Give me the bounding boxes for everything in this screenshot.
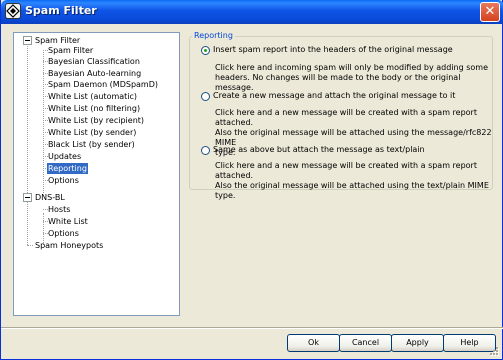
insert-report-label[interactable]: Insert spam report into the headers of t… [213, 45, 453, 55]
close-button[interactable]: ✕ [480, 2, 500, 22]
tree-item-spam-honeypots[interactable]: Spam Honeypots [34, 240, 104, 251]
tree-item-dns-bl[interactable]: DNS-BL [34, 192, 66, 203]
attach-text-plain-description: Click here and a new message will be cre… [215, 161, 489, 200]
close-icon: ✕ [484, 4, 496, 19]
button-separator [1, 327, 503, 329]
tree-item-white-list-automatic[interactable]: White List (automatic) [47, 91, 138, 102]
spam-filter-icon [5, 3, 21, 19]
create-new-message-label[interactable]: Create a new message and attach the orig… [213, 91, 455, 101]
tree-item-bayesian-classification[interactable]: Bayesian Classification [47, 56, 141, 67]
spam-filter-dialog: Spam Filter ✕ Spam Filter Spam Filter Ba… [0, 0, 503, 360]
tree-item-options[interactable]: Options [47, 175, 80, 186]
reporting-group-title: Reporting [192, 31, 235, 41]
attach-text-plain-label[interactable]: Same as above but attach the message as … [213, 145, 425, 155]
insert-report-radio[interactable] [201, 46, 210, 55]
collapse-spam-filter-toggle[interactable] [23, 36, 32, 45]
window-title: Spam Filter [25, 4, 97, 17]
resize-grip-icon[interactable] [489, 346, 500, 357]
tree-item-black-list-by-sender[interactable]: Black List (by sender) [47, 139, 136, 150]
settings-tree[interactable]: Spam Filter Spam Filter Bayesian Classif… [13, 32, 180, 316]
tree-connector [27, 44, 28, 245]
apply-button[interactable]: Apply [391, 334, 444, 352]
tree-item-bayesian-auto-learning[interactable]: Bayesian Auto-learning [47, 68, 142, 79]
tree-item-spam-daemon[interactable]: Spam Daemon (MDSpamD) [47, 79, 159, 90]
attach-text-plain-radio[interactable] [201, 146, 210, 155]
tree-item-hosts[interactable]: Hosts [47, 204, 71, 215]
tree-item-spam-filter[interactable]: Spam Filter [47, 45, 94, 56]
title-bar[interactable]: Spam Filter ✕ [1, 0, 503, 24]
tree-item-white-list[interactable]: White List [47, 216, 89, 227]
cancel-button[interactable]: Cancel [339, 334, 392, 352]
tree-item-updates[interactable]: Updates [47, 151, 82, 162]
collapse-dns-bl-toggle[interactable] [23, 193, 32, 202]
tree-connector [43, 50, 44, 193]
tree-item-reporting[interactable]: Reporting [47, 163, 88, 174]
insert-report-description: Click here and incoming spam will only b… [215, 63, 488, 92]
create-new-message-radio[interactable] [201, 92, 210, 101]
tree-item-dns-options[interactable]: Options [47, 228, 80, 239]
ok-button[interactable]: Ok [287, 334, 340, 352]
tree-item-white-list-no-filtering[interactable]: White List (no filtering) [47, 103, 141, 114]
tree-item-white-list-by-recipient[interactable]: White List (by recipient) [47, 115, 145, 126]
tree-item-white-list-by-sender[interactable]: White List (by sender) [47, 127, 137, 138]
